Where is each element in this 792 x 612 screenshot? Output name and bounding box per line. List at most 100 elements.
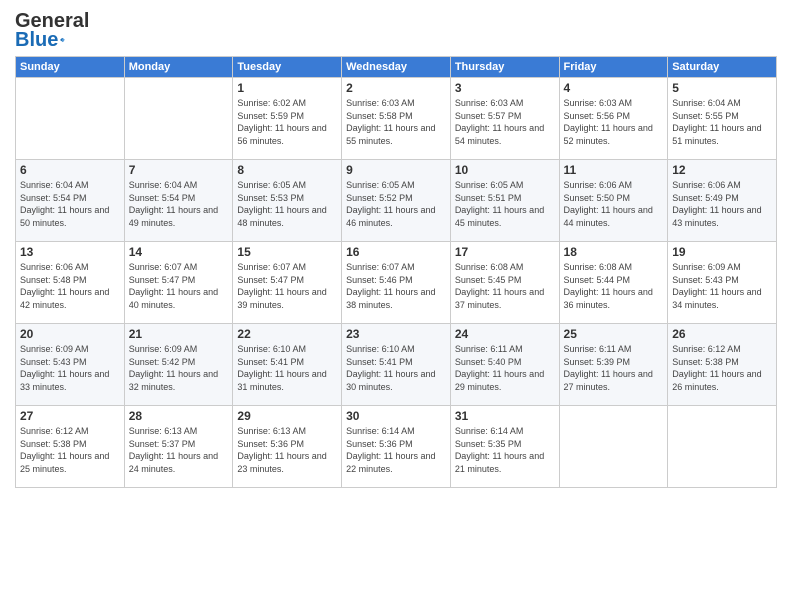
- calendar-cell: 3Sunrise: 6:03 AM Sunset: 5:57 PM Daylig…: [450, 78, 559, 160]
- day-info: Sunrise: 6:07 AM Sunset: 5:47 PM Dayligh…: [129, 261, 229, 311]
- calendar-cell: 2Sunrise: 6:03 AM Sunset: 5:58 PM Daylig…: [342, 78, 451, 160]
- day-info: Sunrise: 6:03 AM Sunset: 5:57 PM Dayligh…: [455, 97, 555, 147]
- day-info: Sunrise: 6:03 AM Sunset: 5:58 PM Dayligh…: [346, 97, 446, 147]
- day-number: 18: [564, 245, 664, 259]
- calendar-cell: 15 Sunrise: 6:07 AM Sunset: 5:47 PM Dayli…: [233, 242, 342, 324]
- day-number: 19: [672, 245, 772, 259]
- day-info: Sunrise: 6:04 AM Sunset: 5:55 PM Dayligh…: [672, 97, 772, 147]
- day-number: 23: [346, 327, 446, 341]
- week-row-2: 6 Sunrise: 6:04 AM Sunset: 5:54 PM Daylig…: [16, 160, 777, 242]
- calendar-cell: 28 Sunrise: 6:13 AM Sunset: 5:37 PM Dayli…: [124, 406, 233, 488]
- day-number: 6: [20, 163, 120, 177]
- week-row-3: 13 Sunrise: 6:06 AM Sunset: 5:48 PM Dayli…: [16, 242, 777, 324]
- weekday-header-friday: Friday: [559, 57, 668, 78]
- day-info: Sunrise: 6:06 AM Sunset: 5:50 PM Dayligh…: [564, 179, 664, 229]
- day-number: 29: [237, 409, 337, 423]
- weekday-header-sunday: Sunday: [16, 57, 125, 78]
- calendar-cell: 7 Sunrise: 6:04 AM Sunset: 5:54 PM Daylig…: [124, 160, 233, 242]
- calendar-cell: 25Sunrise: 6:11 AM Sunset: 5:39 PM Dayli…: [559, 324, 668, 406]
- day-info: Sunrise: 6:04 AM Sunset: 5:54 PM Dayligh…: [129, 179, 229, 229]
- logo-text-blue: Blue: [15, 29, 58, 52]
- day-info: Sunrise: 6:07 AM Sunset: 5:46 PM Dayligh…: [346, 261, 446, 311]
- day-number: 11: [564, 163, 664, 177]
- calendar-cell: 12Sunrise: 6:06 AM Sunset: 5:49 PM Dayli…: [668, 160, 777, 242]
- calendar-cell: 26 Sunrise: 6:12 AM Sunset: 5:38 PM Dayli…: [668, 324, 777, 406]
- day-info: Sunrise: 6:13 AM Sunset: 5:36 PM Dayligh…: [237, 425, 337, 475]
- day-number: 4: [564, 81, 664, 95]
- weekday-header-thursday: Thursday: [450, 57, 559, 78]
- calendar-cell: 5 Sunrise: 6:04 AM Sunset: 5:55 PM Daylig…: [668, 78, 777, 160]
- calendar-cell: 31 Sunrise: 6:14 AM Sunset: 5:35 PM Dayli…: [450, 406, 559, 488]
- calendar-cell: 30 Sunrise: 6:14 AM Sunset: 5:36 PM Dayli…: [342, 406, 451, 488]
- day-info: Sunrise: 6:06 AM Sunset: 5:48 PM Dayligh…: [20, 261, 120, 311]
- calendar-cell: 13 Sunrise: 6:06 AM Sunset: 5:48 PM Dayli…: [16, 242, 125, 324]
- day-info: Sunrise: 6:13 AM Sunset: 5:37 PM Dayligh…: [129, 425, 229, 475]
- calendar-cell: 4Sunrise: 6:03 AM Sunset: 5:56 PM Daylig…: [559, 78, 668, 160]
- day-info: Sunrise: 6:05 AM Sunset: 5:52 PM Dayligh…: [346, 179, 446, 229]
- calendar-cell: [124, 78, 233, 160]
- calendar-cell: 18 Sunrise: 6:08 AM Sunset: 5:44 PM Dayli…: [559, 242, 668, 324]
- day-info: Sunrise: 6:08 AM Sunset: 5:44 PM Dayligh…: [564, 261, 664, 311]
- calendar-cell: 27 Sunrise: 6:12 AM Sunset: 5:38 PM Dayli…: [16, 406, 125, 488]
- calendar-cell: [668, 406, 777, 488]
- weekday-header-tuesday: Tuesday: [233, 57, 342, 78]
- day-info: Sunrise: 6:08 AM Sunset: 5:45 PM Dayligh…: [455, 261, 555, 311]
- calendar-cell: 16 Sunrise: 6:07 AM Sunset: 5:46 PM Dayli…: [342, 242, 451, 324]
- calendar-cell: 8 Sunrise: 6:05 AM Sunset: 5:53 PM Daylig…: [233, 160, 342, 242]
- day-info: Sunrise: 6:10 AM Sunset: 5:41 PM Dayligh…: [237, 343, 337, 393]
- day-info: Sunrise: 6:14 AM Sunset: 5:35 PM Dayligh…: [455, 425, 555, 475]
- day-number: 10: [455, 163, 555, 177]
- week-row-1: 1Sunrise: 6:02 AM Sunset: 5:59 PM Daylig…: [16, 78, 777, 160]
- day-info: Sunrise: 6:11 AM Sunset: 5:39 PM Dayligh…: [564, 343, 664, 393]
- calendar-cell: 21 Sunrise: 6:09 AM Sunset: 5:42 PM Dayli…: [124, 324, 233, 406]
- day-info: Sunrise: 6:11 AM Sunset: 5:40 PM Dayligh…: [455, 343, 555, 393]
- day-number: 7: [129, 163, 229, 177]
- day-number: 15: [237, 245, 337, 259]
- day-info: Sunrise: 6:06 AM Sunset: 5:49 PM Dayligh…: [672, 179, 772, 229]
- page-container: General Blue SundayMondayTuesdayWednesda: [0, 0, 792, 612]
- weekday-header-wednesday: Wednesday: [342, 57, 451, 78]
- day-number: 26: [672, 327, 772, 341]
- day-number: 20: [20, 327, 120, 341]
- day-info: Sunrise: 6:05 AM Sunset: 5:53 PM Dayligh…: [237, 179, 337, 229]
- day-number: 22: [237, 327, 337, 341]
- day-info: Sunrise: 6:12 AM Sunset: 5:38 PM Dayligh…: [672, 343, 772, 393]
- calendar-cell: 19Sunrise: 6:09 AM Sunset: 5:43 PM Dayli…: [668, 242, 777, 324]
- calendar-cell: [559, 406, 668, 488]
- day-info: Sunrise: 6:12 AM Sunset: 5:38 PM Dayligh…: [20, 425, 120, 475]
- calendar-table: SundayMondayTuesdayWednesdayThursdayFrid…: [15, 56, 777, 488]
- day-number: 17: [455, 245, 555, 259]
- day-info: Sunrise: 6:10 AM Sunset: 5:41 PM Dayligh…: [346, 343, 446, 393]
- weekday-header-monday: Monday: [124, 57, 233, 78]
- day-info: Sunrise: 6:04 AM Sunset: 5:54 PM Dayligh…: [20, 179, 120, 229]
- calendar-cell: 17 Sunrise: 6:08 AM Sunset: 5:45 PM Dayli…: [450, 242, 559, 324]
- day-info: Sunrise: 6:09 AM Sunset: 5:42 PM Dayligh…: [129, 343, 229, 393]
- day-number: 16: [346, 245, 446, 259]
- day-number: 9: [346, 163, 446, 177]
- day-info: Sunrise: 6:07 AM Sunset: 5:47 PM Dayligh…: [237, 261, 337, 311]
- day-number: 21: [129, 327, 229, 341]
- logo: General Blue: [15, 10, 65, 50]
- day-number: 31: [455, 409, 555, 423]
- day-number: 13: [20, 245, 120, 259]
- day-number: 24: [455, 327, 555, 341]
- day-number: 1: [237, 81, 337, 95]
- calendar-cell: 11 Sunrise: 6:06 AM Sunset: 5:50 PM Dayli…: [559, 160, 668, 242]
- day-number: 28: [129, 409, 229, 423]
- calendar-cell: 20Sunrise: 6:09 AM Sunset: 5:43 PM Dayli…: [16, 324, 125, 406]
- day-info: Sunrise: 6:14 AM Sunset: 5:36 PM Dayligh…: [346, 425, 446, 475]
- weekday-header-row: SundayMondayTuesdayWednesdayThursdayFrid…: [16, 57, 777, 78]
- day-number: 14: [129, 245, 229, 259]
- day-number: 27: [20, 409, 120, 423]
- calendar-cell: 14 Sunrise: 6:07 AM Sunset: 5:47 PM Dayli…: [124, 242, 233, 324]
- week-row-5: 27 Sunrise: 6:12 AM Sunset: 5:38 PM Dayli…: [16, 406, 777, 488]
- calendar-cell: 10Sunrise: 6:05 AM Sunset: 5:51 PM Dayli…: [450, 160, 559, 242]
- week-row-4: 20Sunrise: 6:09 AM Sunset: 5:43 PM Dayli…: [16, 324, 777, 406]
- calendar-cell: 24 Sunrise: 6:11 AM Sunset: 5:40 PM Dayli…: [450, 324, 559, 406]
- calendar-cell: [16, 78, 125, 160]
- day-number: 8: [237, 163, 337, 177]
- logo-icon: [60, 30, 65, 50]
- day-number: 5: [672, 81, 772, 95]
- calendar-cell: 23 Sunrise: 6:10 AM Sunset: 5:41 PM Dayli…: [342, 324, 451, 406]
- day-number: 30: [346, 409, 446, 423]
